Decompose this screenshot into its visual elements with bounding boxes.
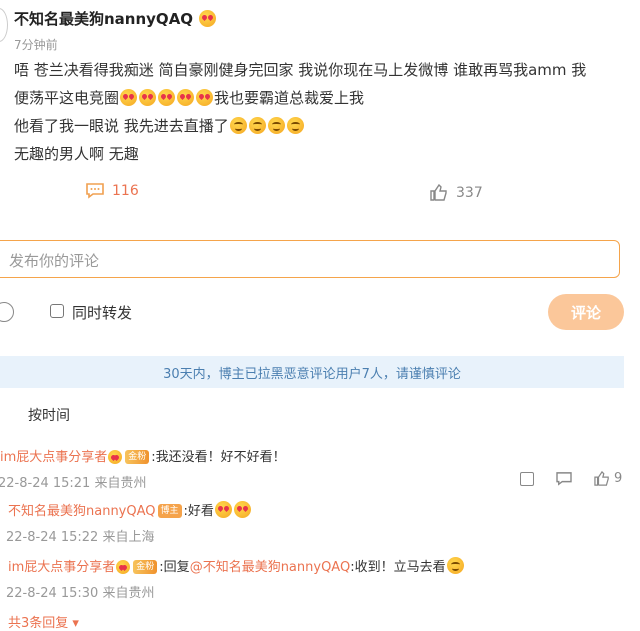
blogger-badge: 博主 (157, 504, 182, 518)
comment-count: 116 (112, 183, 139, 199)
post-author[interactable]: 不知名最美狗nannyQAQ (14, 8, 217, 29)
love-emoji (199, 10, 217, 27)
reply-meta: 22-8-24 15:22 来自上海 (6, 530, 155, 545)
reply-author[interactable]: 不知名最美狗nannyQAQ (8, 504, 156, 519)
comment-meta: 22-8-24 15:21 来自贵州 (0, 476, 147, 491)
comment-icon (86, 183, 104, 199)
love-emoji (196, 89, 214, 106)
more-replies-link[interactable]: 共3条回复 ▾ (8, 612, 79, 631)
comment-like[interactable]: 9 (594, 471, 622, 486)
love-emoji (108, 450, 123, 464)
fan-badge: 金粉 (133, 560, 158, 574)
comment-action[interactable]: 116 (86, 183, 139, 199)
smiley-icon[interactable] (0, 302, 14, 322)
like-action[interactable]: 337 (430, 184, 483, 201)
fan-badge: 金粉 (125, 450, 150, 464)
mention-link[interactable]: @不知名最美狗nannyQAQ (190, 560, 351, 575)
love-emoji (158, 89, 176, 106)
comment-actions: 9 (520, 471, 622, 486)
post-line: 唔 苍兰决看得我痴迷 简自豪刚健身完回家 我说你现在马上发微博 谁敢再骂我amm… (14, 61, 587, 79)
comment-like-count: 9 (614, 471, 623, 486)
like-icon (594, 471, 609, 486)
comment-icon[interactable] (556, 471, 572, 486)
like-icon (430, 184, 447, 201)
smile-emoji (267, 117, 285, 134)
love-emoji (214, 501, 232, 518)
love-emoji (120, 89, 138, 106)
love-emoji (139, 89, 157, 106)
like-count: 337 (456, 184, 483, 201)
comment-input[interactable]: 发布你的评论 (0, 240, 620, 278)
love-emoji (233, 501, 251, 518)
post-body: 唔 苍兰决看得我痴迷 简自豪刚健身完回家 我说你现在马上发微博 谁敢再骂我amm… (14, 56, 626, 168)
reply-text: :好看 (183, 504, 214, 519)
repost-checkbox[interactable] (50, 304, 64, 318)
blacklist-notice: 30天内，博主已拉黑恶意评论用户7人，请谨慎评论 (0, 356, 624, 388)
smile-emoji (229, 117, 247, 134)
sort-by-time[interactable]: 按时间 (28, 405, 70, 425)
post-line: 他看了我一眼说 我先进去直播了 (14, 112, 626, 140)
reply-meta: 22-8-24 15:30 来自贵州 (6, 586, 155, 601)
comment-text: :我还没看！好不好看！ (151, 450, 286, 465)
smile-emoji (248, 117, 266, 134)
avatar[interactable] (0, 8, 8, 42)
submit-comment-button[interactable]: 评论 (548, 294, 624, 330)
reply-line: im屁大点事分享者 金粉:回复@不知名最美狗nannyQAQ:收到！立马去看 (8, 556, 465, 575)
comment-line: im屁大点事分享者 金粉:我还没看！好不好看！ (0, 446, 286, 465)
reply-line: 不知名最美狗nannyQAQ 博主:好看 (8, 500, 252, 519)
post-line: 便荡平这电竞圈 我也要霸道总裁爱上我 (14, 89, 365, 107)
love-emoji (116, 560, 131, 574)
share-icon[interactable] (520, 471, 534, 486)
smile-emoji (446, 557, 464, 574)
post-time: 7分钟前 (14, 38, 58, 52)
love-emoji (177, 89, 195, 106)
post-line: 无趣的男人啊 无趣 (14, 145, 139, 163)
smile-emoji (286, 117, 304, 134)
reply-author[interactable]: im屁大点事分享者 (8, 560, 115, 575)
comment-author[interactable]: im屁大点事分享者 (0, 450, 107, 465)
repost-label: 同时转发 (72, 304, 133, 322)
